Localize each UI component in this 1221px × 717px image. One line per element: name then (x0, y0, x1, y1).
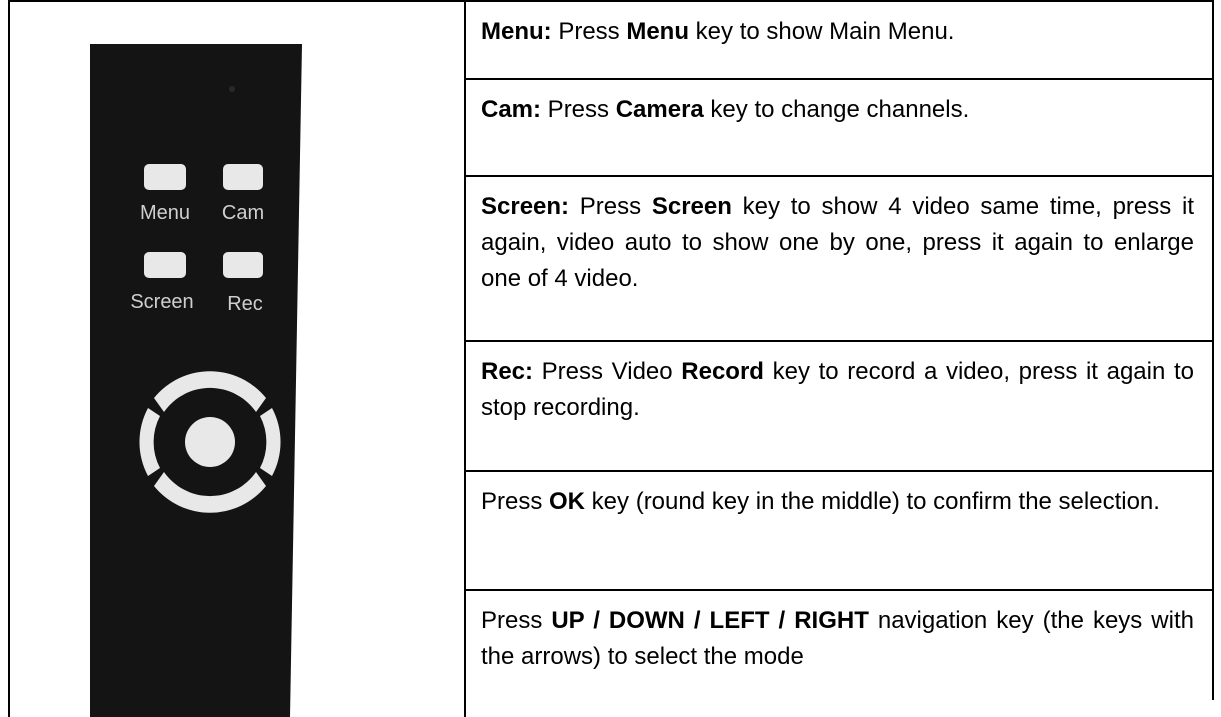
instruction-text: Press (569, 193, 652, 220)
instruction-text: Press (481, 607, 552, 634)
instruction-key-name: Camera (615, 96, 704, 123)
instruction-text: key to show Main Menu. (689, 18, 955, 45)
instruction-row-ok: Press OK key (round key in the middle) t… (466, 472, 1212, 589)
instruction-text: Press Video (533, 358, 682, 385)
instruction-text: Press (481, 488, 550, 515)
remote-control-drawing: Menu Cam Screen Rec (90, 44, 302, 717)
instruction-text: Press (541, 96, 616, 123)
cam-key[interactable] (223, 164, 263, 190)
rec-key-label: Rec (227, 293, 263, 315)
screen-key[interactable] (144, 252, 186, 278)
instruction-text: key to change channels. (703, 96, 970, 123)
instruction-lead: Screen: (481, 193, 570, 220)
instruction-table: Menu Cam Screen Rec Menu: Press Menu key… (0, 0, 1221, 717)
instruction-key-name: Screen (651, 193, 732, 220)
instruction-row-rec: Rec: Press Video Record key to record a … (466, 342, 1212, 470)
instruction-lead: Cam: (481, 96, 542, 123)
instruction-lead: Menu: (481, 18, 552, 45)
instruction-text: Press (551, 18, 627, 45)
table-right-border (1212, 0, 1214, 700)
instruction-key-name: UP / DOWN / LEFT / RIGHT (551, 607, 869, 634)
instruction-row-screen: Screen: Press Screen key to show 4 video… (466, 177, 1212, 340)
remote-control-image: Menu Cam Screen Rec (90, 44, 302, 717)
instruction-key-name: Menu (626, 18, 690, 45)
instruction-row-navigation: Press UP / DOWN / LEFT / RIGHT navigatio… (466, 591, 1212, 717)
instruction-row-cam: Cam: Press Camera key to change channels… (466, 80, 1212, 175)
menu-key-label: Menu (140, 202, 190, 224)
screen-key-label: Screen (130, 291, 193, 313)
instruction-lead: Rec: (481, 358, 534, 385)
cam-key-label: Cam (222, 202, 264, 224)
instruction-text: key (round key in the middle) to confirm… (585, 488, 1160, 515)
rec-key[interactable] (223, 252, 263, 278)
instruction-row-menu: Menu: Press Menu key to show Main Menu. (466, 2, 1212, 78)
menu-key[interactable] (144, 164, 186, 190)
table-left-border (8, 0, 10, 717)
led-indicator (229, 86, 235, 92)
ok-key[interactable] (185, 417, 235, 467)
instruction-key-name: OK (549, 488, 586, 515)
instruction-key-name: Record (681, 358, 764, 385)
